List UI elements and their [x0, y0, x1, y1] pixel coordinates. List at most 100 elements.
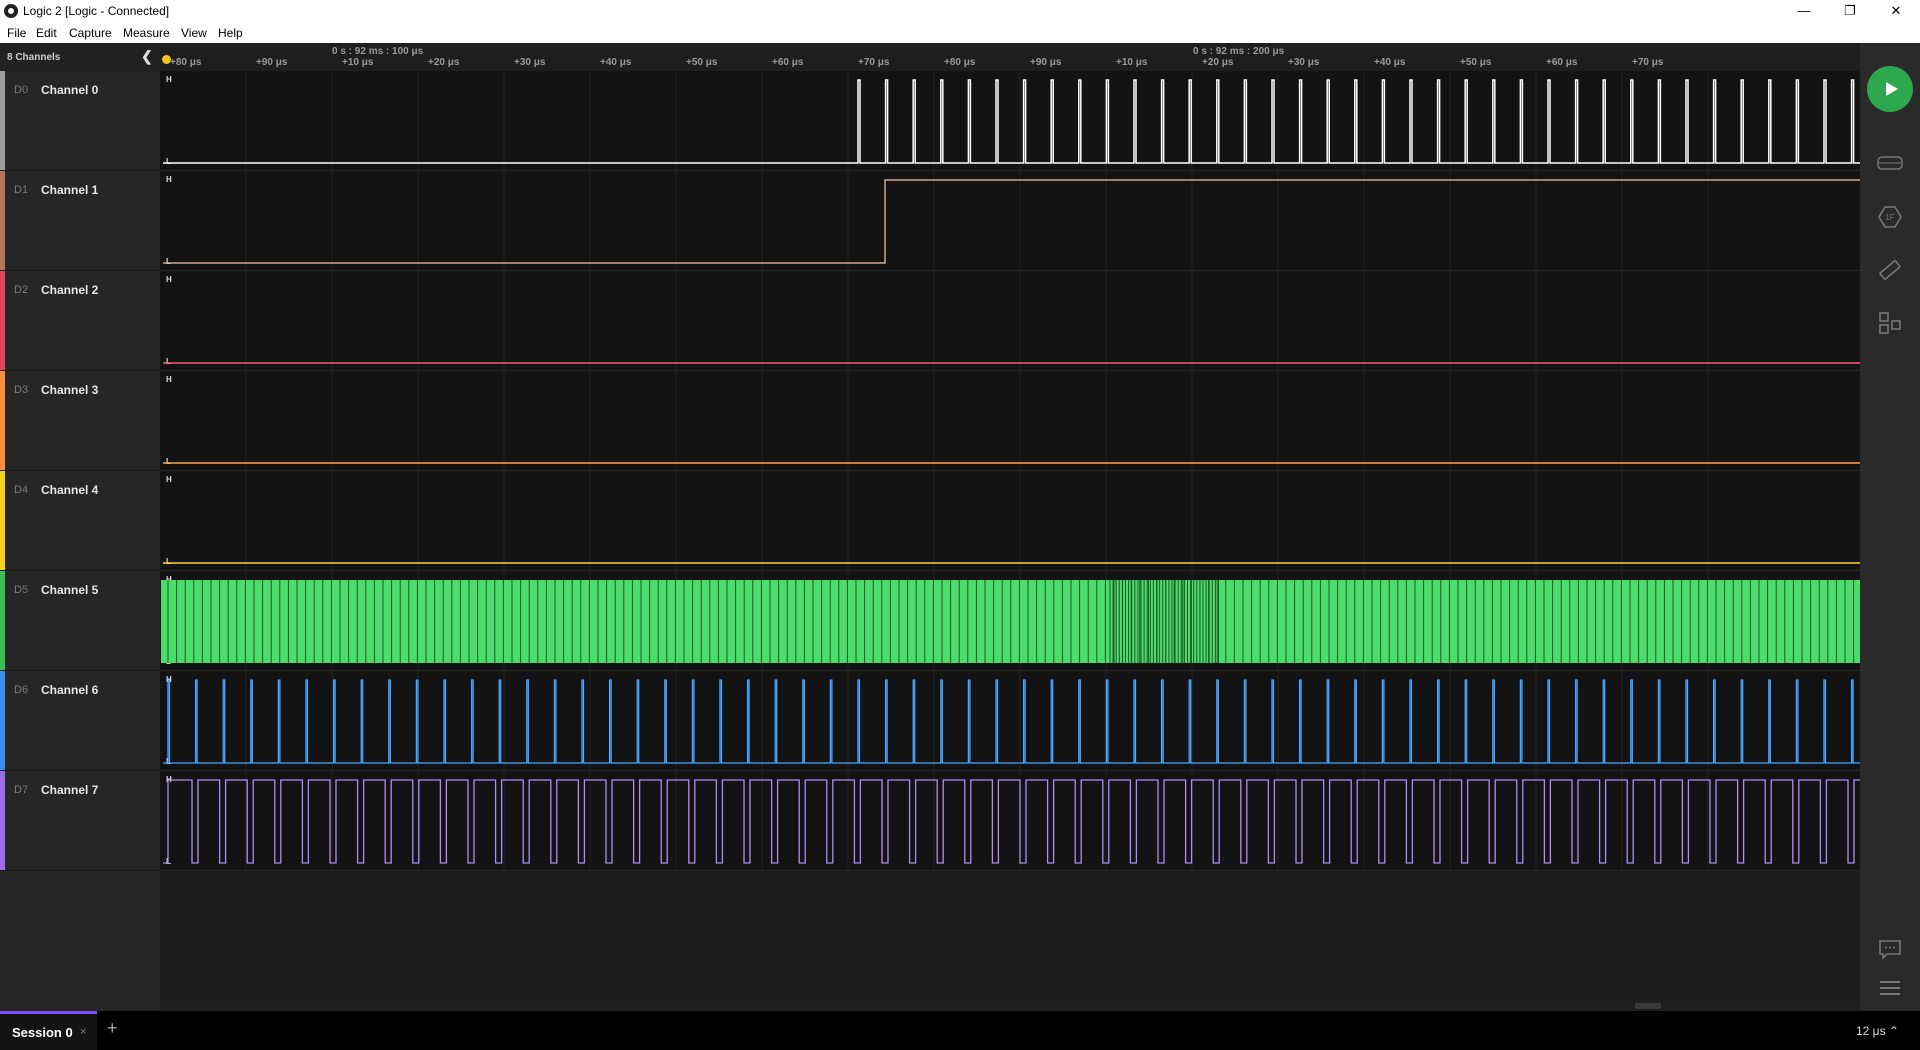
channel-name[interactable]: Channel 5 [41, 583, 98, 597]
channel-id: D0 [14, 84, 29, 96]
level-high-label: H [166, 75, 172, 84]
channel-row-1[interactable]: D1 Channel 1 [0, 171, 160, 271]
ruler-tick-label: +90 μs [256, 57, 288, 68]
channel-color-stripe [0, 371, 5, 470]
channel-id: D6 [14, 684, 29, 696]
level-low-label: L [166, 557, 171, 566]
channel-lane [160, 471, 1860, 570]
menu-bar: File Edit Capture Measure View Help [0, 23, 1920, 43]
menu-file[interactable]: File [7, 26, 26, 40]
scrollbar-thumb[interactable] [1635, 1003, 1661, 1009]
channel-id: D7 [14, 784, 29, 796]
horizontal-scrollbar[interactable] [160, 1001, 1860, 1011]
ruler-tick-label: +10 μs [1116, 57, 1148, 68]
measure-icon[interactable] [1877, 257, 1903, 283]
channel-id: D5 [14, 584, 29, 596]
right-toolbar: 1F [1860, 43, 1920, 1011]
channel-row-7[interactable]: D7 Channel 7 [0, 771, 160, 871]
ruler-tick-label: +30 μs [514, 57, 546, 68]
channel-row-5[interactable]: D5 Channel 5 [0, 571, 160, 671]
ruler-tick-label: +30 μs [1288, 57, 1320, 68]
zoom-level[interactable]: 12 μs ⌃ [1856, 1024, 1899, 1038]
waveform-area[interactable]: HLHLHLHLHLHLHLHL [160, 71, 1860, 1011]
ruler-tick-label: +80 μs [944, 57, 976, 68]
ruler-tick-label: +90 μs [1030, 57, 1062, 68]
ruler-tick-label: +50 μs [1460, 57, 1492, 68]
time-reference-label: 0 s : 92 ms : 100 μs [332, 46, 424, 57]
title-bar: Logic 2 [Logic - Connected] — ❐ ✕ [0, 0, 1920, 23]
extensions-icon[interactable] [1877, 310, 1903, 336]
channel-id: D4 [14, 484, 29, 496]
channel-color-stripe [0, 171, 5, 270]
menu-capture[interactable]: Capture [69, 26, 112, 40]
channel-lane [160, 371, 1860, 470]
level-high-label: H [166, 375, 172, 384]
channel-row-4[interactable]: D4 Channel 4 [0, 471, 160, 571]
add-session-button[interactable]: + [107, 1018, 118, 1039]
channel-color-stripe [0, 771, 5, 870]
comment-icon[interactable] [1877, 936, 1903, 962]
sidebar-header: 8 Channels ❮ [0, 43, 160, 71]
channel-color-stripe [0, 471, 5, 570]
channel-name[interactable]: Channel 3 [41, 383, 98, 397]
channel-name[interactable]: Channel 4 [41, 483, 98, 497]
minimize-button[interactable]: — [1781, 0, 1827, 23]
channel-count: 8 Channels [7, 52, 61, 63]
ruler-tick-label: +60 μs [772, 57, 804, 68]
channel-sidebar: 8 Channels ❮ D0 Channel 0 D1 Channel 1 D2 Cha… [0, 43, 160, 1011]
maximize-button[interactable]: ❐ [1827, 0, 1873, 23]
close-tab-icon[interactable]: × [80, 1026, 86, 1038]
ruler-tick-label: +10 μs [342, 57, 374, 68]
channel-name[interactable]: Channel 7 [41, 783, 98, 797]
channel-id: D3 [14, 384, 29, 396]
level-high-label: H [166, 175, 172, 184]
channel-color-stripe [0, 271, 5, 370]
channel-lane [160, 271, 1860, 370]
app-logo-icon [4, 4, 18, 18]
tab-session-0[interactable]: Session 0 × [0, 1011, 97, 1050]
logic2-window: Logic 2 [Logic - Connected] — ❐ ✕ File E… [0, 0, 1920, 1050]
level-high-label: H [166, 475, 172, 484]
close-button[interactable]: ✕ [1873, 0, 1919, 23]
channel-name[interactable]: Channel 6 [41, 683, 98, 697]
channel-color-stripe [0, 571, 5, 670]
channel-color-stripe [0, 671, 5, 770]
time-reference-label: 0 s : 92 ms : 200 μs [1193, 46, 1285, 57]
channel-name[interactable]: Channel 0 [41, 83, 98, 97]
analyzer-icon[interactable]: 1F [1877, 204, 1903, 230]
menu-measure[interactable]: Measure [123, 26, 170, 40]
svg-text:1F: 1F [1885, 213, 1894, 222]
ruler-tick-label: +50 μs [686, 57, 718, 68]
level-low-label: L [166, 257, 171, 266]
waveform-canvas[interactable]: HLHLHLHLHLHLHLHL [160, 71, 1860, 1011]
channel-row-2[interactable]: D2 Channel 2 [0, 271, 160, 371]
ruler-tick-label: +70 μs [858, 57, 890, 68]
timeline-ruler[interactable]: 0 s : 92 ms : 100 μs 0 s : 92 ms : 200 μ… [160, 43, 1860, 71]
play-icon[interactable] [1867, 66, 1913, 112]
channel-id: D1 [14, 184, 29, 196]
ruler-tick-label: +40 μs [1374, 57, 1406, 68]
ruler-tick-label: +20 μs [1202, 57, 1234, 68]
level-low-label: L [166, 157, 171, 166]
ruler-tick-label: +40 μs [600, 57, 632, 68]
channel-row-0[interactable]: D0 Channel 0 [0, 71, 160, 171]
level-low-label: L [166, 357, 171, 366]
channel-name[interactable]: Channel 1 [41, 183, 98, 197]
channel-row-3[interactable]: D3 Channel 3 [0, 371, 160, 471]
ruler-tick-label: +20 μs [428, 57, 460, 68]
session-tab-label: Session 0 [12, 1025, 73, 1040]
chevron-left-icon[interactable]: ❮ [141, 48, 153, 65]
menu-edit[interactable]: Edit [36, 26, 57, 40]
channel-row-6[interactable]: D6 Channel 6 [0, 671, 160, 771]
session-tab-bar: Session 0 × + 12 μs ⌃ [0, 1011, 1920, 1050]
window-title: Logic 2 [Logic - Connected] [23, 4, 170, 18]
menu-view[interactable]: View [181, 26, 207, 40]
ruler-tick-label: +70 μs [1632, 57, 1664, 68]
channel-name[interactable]: Channel 2 [41, 283, 98, 297]
device-icon[interactable] [1877, 150, 1903, 176]
menu-icon[interactable] [1877, 975, 1903, 1001]
ruler-tick-label: +80 μs [170, 57, 202, 68]
menu-help[interactable]: Help [218, 26, 243, 40]
channel-id: D2 [14, 284, 29, 296]
level-high-label: H [166, 275, 172, 284]
